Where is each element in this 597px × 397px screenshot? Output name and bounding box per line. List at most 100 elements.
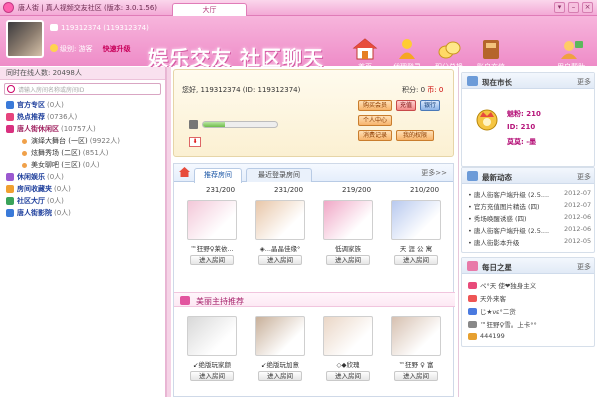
user-info-box: 您好, 119312374 (ID: 119312374) 积分: 0 币: 0… (173, 69, 454, 157)
close-icon[interactable]: × (582, 2, 593, 13)
room-card[interactable]: ™狂野♀莱依... 进入房间 (182, 200, 242, 265)
tab-recent[interactable]: 最近登录房间 (246, 168, 312, 182)
stars-more-link[interactable]: 更多 (577, 262, 591, 272)
sidebar-item-count: (0人) (54, 209, 71, 217)
category-icon (6, 173, 14, 181)
enter-room-button[interactable]: 进入房间 (326, 255, 370, 265)
level-label: 级别: 游客 (60, 45, 93, 53)
enter-room-button[interactable]: 进入房间 (190, 371, 234, 381)
room-thumbnail[interactable] (255, 200, 305, 240)
wallet-icon (478, 38, 504, 60)
greeting: 您好, 119312374 (ID: 119312374) (182, 86, 301, 94)
heart-icon (50, 24, 58, 31)
room-tabs: 推荐房间 最近登录房间 更多>> (174, 164, 453, 183)
sidebar-item-label: 休闲娱乐 (17, 173, 45, 181)
hosts-section-header: 美丽主持推荐 (174, 292, 455, 307)
user-badge-icon (468, 294, 477, 302)
room-thumbnail[interactable] (187, 200, 237, 240)
sidebar-item-count: (0人) (82, 161, 100, 169)
my-rights-button[interactable]: 我的权限 (396, 130, 434, 141)
more-rooms-link[interactable]: 更多>> (421, 168, 447, 178)
enter-room-button[interactable]: 进入房间 (326, 371, 370, 381)
minimize-icon[interactable]: – (568, 2, 579, 13)
enter-room-button[interactable]: 进入房间 (258, 371, 302, 381)
sidebar-item-label: 唐人街休闲区 (17, 125, 59, 133)
home-icon (352, 38, 378, 60)
sidebar-item-label: 美女聊吧 (三区) (31, 161, 81, 169)
news-item[interactable]: • 秀场唤醒诱惑 (四) 2012-06 (468, 213, 591, 223)
level-badge-icon (50, 44, 58, 52)
host-card[interactable]: ™狂野 ♀ 富进入房间 (386, 316, 446, 381)
sidebar-item[interactable]: 美女聊吧 (三区) (0人) (0, 159, 165, 171)
sidebar-item[interactable]: 社区大厅 (0人) (0, 195, 165, 207)
sidebar-item-label: 官方专区 (17, 101, 45, 109)
arrow-down-icon[interactable]: ⬇ (189, 137, 201, 147)
sidebar-item[interactable]: 炫舞秀场 (二区) (851人) (0, 147, 165, 159)
avatar[interactable] (6, 20, 44, 58)
news-item[interactable]: • 唐人街客户端升级 (2.5.... 2012-06 (468, 225, 591, 235)
menu-icon[interactable]: ▾ (554, 2, 565, 13)
sidebar-item-count: (0人) (54, 185, 71, 193)
sidebar-item[interactable]: 休闲娱乐 (0人) (0, 171, 165, 183)
star-item[interactable]: ™狂野♀雪。上卡°° (468, 319, 537, 329)
search-icon (7, 85, 15, 93)
host-card[interactable]: ↙绝版玩家颜 进入房间 (182, 316, 242, 381)
sidebar-item[interactable]: 官方专区 (0人) (0, 99, 165, 111)
room-card[interactable]: 天 涯 公 寓进入房间 (386, 200, 446, 265)
bank-button[interactable]: 银行 (420, 100, 440, 111)
user-badge-icon (468, 281, 477, 289)
room-name: 天 涯 公 寓 (399, 245, 433, 253)
sidebar-item[interactable]: 唐人街影院 (0人) (0, 207, 165, 219)
main-panel: 您好, 119312374 (ID: 119312374) 积分: 0 币: 0… (171, 67, 456, 397)
recharge-button[interactable]: 充值 (396, 100, 416, 111)
host-photo[interactable] (255, 316, 305, 356)
room-card[interactable]: 低调家族 进入房间 (318, 200, 378, 265)
host-card[interactable]: ↙绝版玩加意 进入房间 (250, 316, 310, 381)
star-item[interactable]: じ★νε°二货 (468, 306, 516, 316)
app-logo-icon (3, 2, 14, 13)
tab-hall[interactable]: 大厅 (172, 3, 247, 17)
room-thumbnail[interactable] (391, 200, 441, 240)
tab-recommended[interactable]: 推荐房间 (194, 168, 242, 183)
sidebar-item[interactable]: 房间收藏夹 (0人) (0, 183, 165, 195)
mayor-box: 现在市长 更多 魅粉: 210 ID: 210 莫莫: -墨 (461, 72, 595, 167)
upgrade-link[interactable]: 快速升级 (103, 45, 131, 53)
buy-member-button[interactable]: 购买会员 (358, 100, 392, 111)
host-name: ™狂野 ♀ 富 (398, 361, 434, 369)
personal-center-button[interactable]: 个人中心 (358, 115, 392, 126)
star-item[interactable]: 天外来客 (468, 293, 506, 303)
room-card[interactable]: ◈...晶晶佳缘° 进入房间 (250, 200, 310, 265)
sidebar-item-label: 社区大厅 (17, 197, 45, 205)
enter-room-button[interactable]: 进入房间 (394, 371, 438, 381)
room-count: 210/200 (410, 186, 440, 194)
sidebar-item-count: (0人) (47, 101, 64, 109)
star-item[interactable]: 444199 (468, 332, 505, 340)
category-icon (6, 197, 14, 205)
consume-record-button[interactable]: 消费记录 (358, 130, 392, 141)
news-box: 最新动态 更多 • 唐人街客户端升级 (2.5.... 2012-07 • 官方充值图… (461, 167, 595, 253)
sidebar-item[interactable]: 唐人街休闲区 (10757人) (0, 123, 165, 135)
user-badge-icon (468, 320, 477, 328)
enter-room-button[interactable]: 进入房间 (190, 255, 234, 265)
news-icon (467, 171, 478, 181)
sidebar-item[interactable]: 演绎大舞台 (一区) (9922人) (0, 135, 165, 147)
mayor-more-link[interactable]: 更多 (577, 77, 591, 87)
news-item[interactable]: • 官方充值图片精选 (四) 2012-07 (468, 201, 591, 211)
news-item[interactable]: • 唐人街客户端升级 (2.5.... 2012-07 (468, 189, 591, 199)
room-grid: 231/200 ™狂野♀莱依... 进入房间 231/200 ◈...晶晶佳缘° 进入房间… (174, 186, 455, 291)
search-input[interactable]: 请输入房间名称或房间ID (4, 83, 161, 95)
host-photo[interactable] (323, 316, 373, 356)
news-more-link[interactable]: 更多 (577, 172, 591, 182)
level-icon (189, 120, 198, 129)
sidebar-item-count: (0736人) (47, 113, 78, 121)
home-small-icon[interactable] (179, 167, 190, 177)
news-item[interactable]: • 唐人街影本升级 2012-05 (468, 237, 591, 247)
host-card[interactable]: ◇◆欣瑰 进入房间 (318, 316, 378, 381)
enter-room-button[interactable]: 进入房间 (258, 255, 302, 265)
enter-room-button[interactable]: 进入房间 (394, 255, 438, 265)
sidebar-item[interactable]: 热点推荐 (0736人) (0, 111, 165, 123)
host-photo[interactable] (187, 316, 237, 356)
room-thumbnail[interactable] (323, 200, 373, 240)
star-item[interactable]: ペ°天 使❤独身主义 (468, 280, 536, 290)
host-photo[interactable] (391, 316, 441, 356)
